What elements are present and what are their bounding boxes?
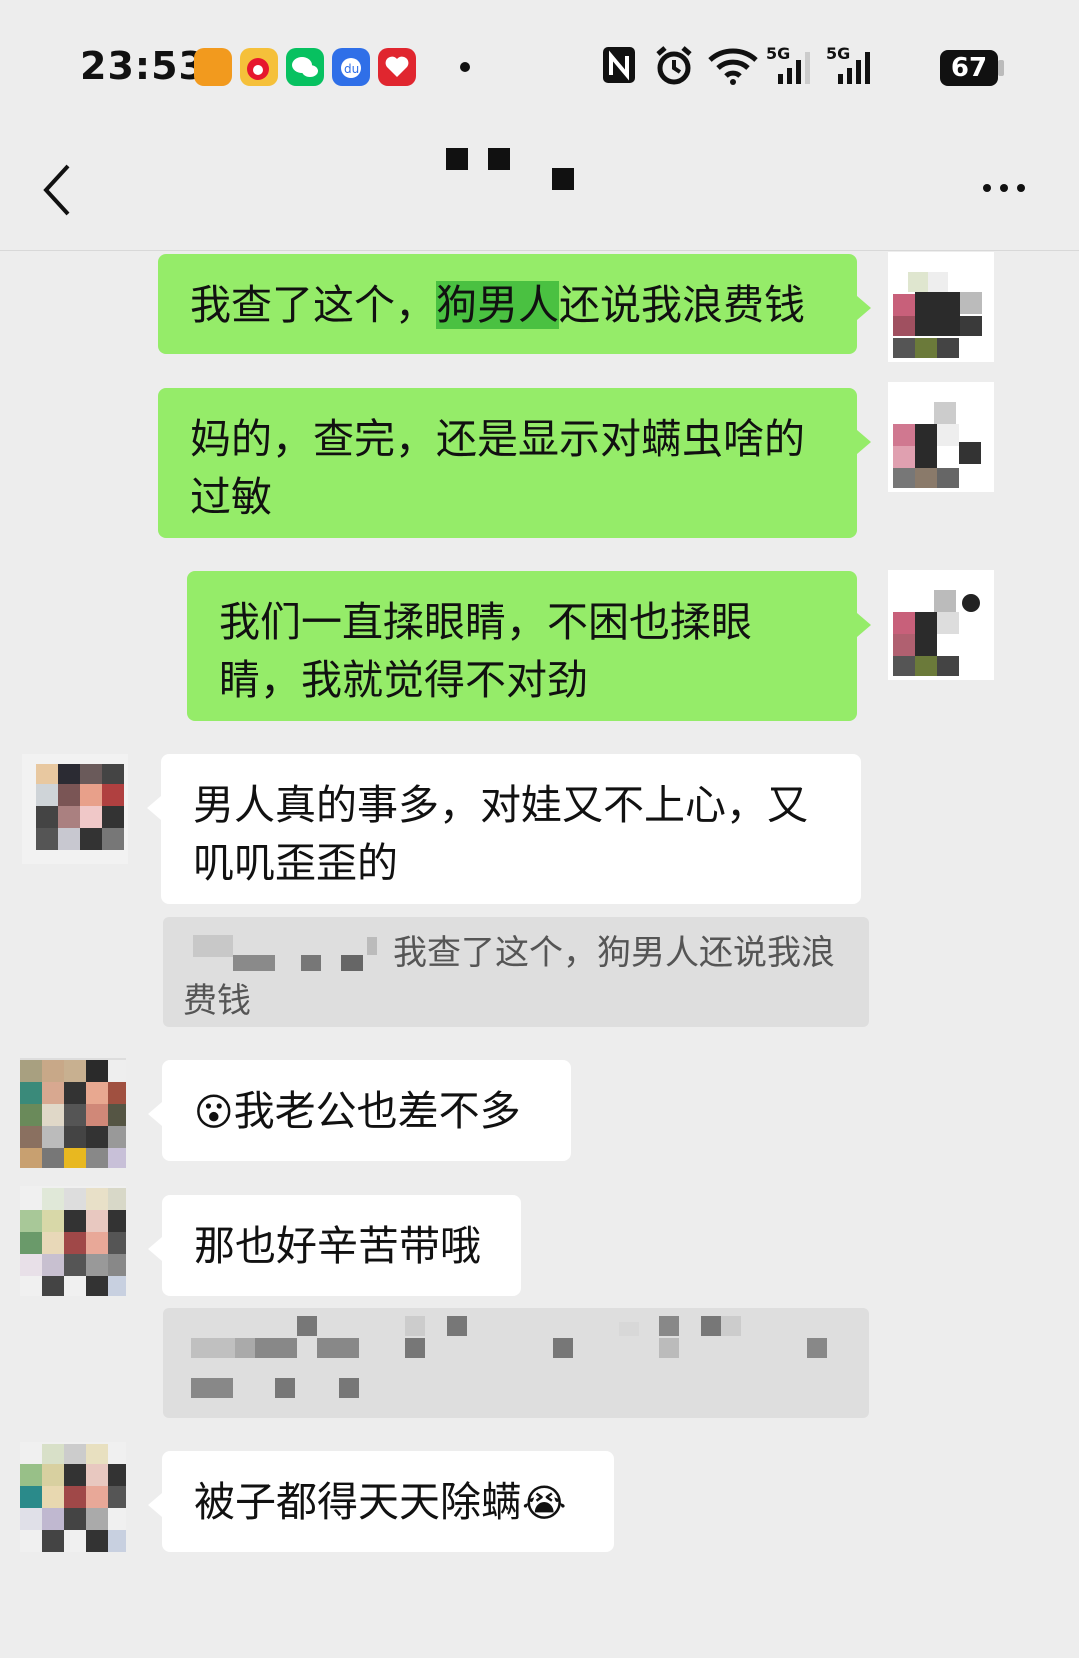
message-text: 妈的，查完，还是显示对螨虫啥的过敏	[190, 415, 805, 521]
avatar[interactable]	[888, 252, 994, 362]
message-text: 被子都得天天除螨	[194, 1478, 522, 1526]
avatar[interactable]	[20, 1186, 126, 1296]
more-dots-icon[interactable]	[981, 182, 1027, 194]
quoted-sender-redacted	[183, 933, 393, 977]
message-bubble-sent[interactable]: 我们一直揉眼睛，不困也揉眼睛，我就觉得不对劲	[187, 571, 871, 721]
signal-icon: 5G	[826, 44, 878, 88]
message-bubble-received[interactable]: 男人真的事多，对娃又不上心，又叽叽歪歪的	[147, 754, 861, 904]
chat-header	[0, 130, 1079, 251]
message-text: 男人真的事多，对娃又不上心，又叽叽歪歪的	[193, 781, 808, 887]
message-bubble-received[interactable]: 那也好辛苦带哦	[148, 1195, 521, 1296]
svg-text:du: du	[344, 62, 359, 76]
wifi-icon	[708, 48, 758, 85]
wechat-icon	[286, 48, 324, 86]
battery-icon: 67	[940, 50, 998, 86]
message-bubble-sent[interactable]: 妈的，查完，还是显示对螨虫啥的过敏	[158, 388, 871, 538]
message-text: 还说我浪费钱	[559, 281, 805, 329]
alarm-icon	[656, 46, 692, 85]
avatar[interactable]	[888, 382, 994, 492]
message-text: 我们一直揉眼睛，不困也揉眼睛，我就觉得不对劲	[219, 598, 752, 704]
nfc-icon	[603, 47, 635, 83]
chevron-left-icon[interactable]	[40, 160, 80, 220]
avatar[interactable]	[20, 1058, 126, 1168]
message-text: 那也好辛苦带哦	[194, 1222, 481, 1270]
message-bubble-received[interactable]: 😮我老公也差不多	[148, 1060, 571, 1161]
quoted-message[interactable]: 我查了这个，狗男人还说我浪费钱	[163, 917, 869, 1027]
message-bubble-sent[interactable]: 我查了这个，狗男人还说我浪费钱	[158, 254, 871, 354]
avatar[interactable]	[888, 570, 994, 680]
weibo-icon	[240, 48, 278, 86]
status-bar: 23:53 du 5G 5G 67	[0, 0, 1079, 130]
status-time: 23:53	[80, 44, 206, 88]
notification-dot	[460, 62, 470, 72]
message-text: 我老公也差不多	[233, 1087, 521, 1135]
signal-icon: 5G	[766, 44, 816, 88]
face-emoji-icon: 😮	[194, 1090, 234, 1134]
message-bubble-received[interactable]: 被子都得天天除螨😭	[148, 1451, 614, 1552]
red-app-icon	[378, 48, 416, 86]
imou-app-icon	[194, 48, 232, 86]
highlighted-text: 狗男人	[436, 281, 559, 329]
battery-tip	[998, 60, 1004, 76]
avatar[interactable]	[20, 1442, 126, 1552]
baidu-icon: du	[332, 48, 370, 86]
message-text: 我查了这个，	[190, 281, 436, 329]
avatar[interactable]	[22, 754, 128, 864]
quoted-message-redacted[interactable]	[163, 1308, 869, 1418]
crying-emoji-icon: 😭	[522, 1481, 567, 1525]
